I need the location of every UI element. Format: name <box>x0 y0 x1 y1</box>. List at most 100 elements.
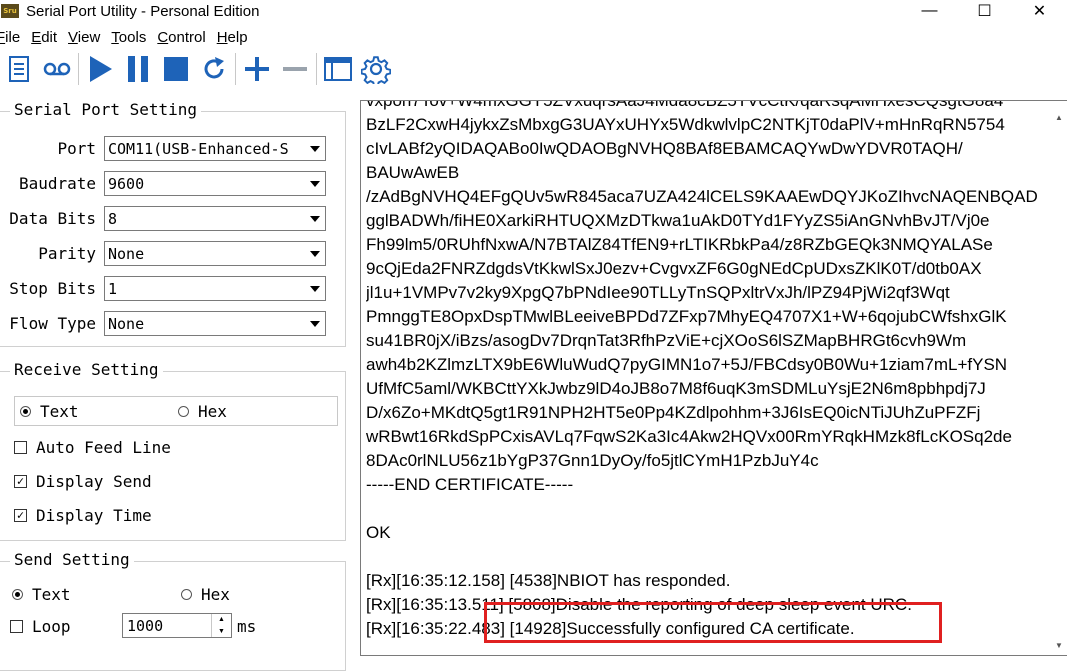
flow-type-value: None <box>108 314 145 333</box>
auto-feed-line-checkbox[interactable]: Auto Feed Line <box>14 438 171 457</box>
toolbar-separator <box>316 53 317 85</box>
loop-interval-stepper[interactable]: 1000 ▲ ▼ <box>122 613 232 638</box>
toolbar-separator <box>78 53 79 85</box>
receive-line: BAUwAwEB <box>366 163 460 182</box>
menu-label: ontrol <box>168 28 206 46</box>
menu-edit[interactable]: Edit <box>31 29 62 46</box>
send-hex-radio[interactable]: Hex <box>181 585 230 604</box>
chevron-down-icon[interactable] <box>305 278 324 299</box>
send-text-radio[interactable]: Text <box>12 585 71 604</box>
record-icon <box>43 62 71 76</box>
minimize-button[interactable]: — <box>902 0 957 22</box>
close-button[interactable]: ✕ <box>1012 0 1067 22</box>
baudrate-select[interactable]: 9600 <box>104 171 326 196</box>
vertical-scrollbar[interactable]: ▲ ▼ <box>1051 101 1067 655</box>
open-port-button[interactable] <box>81 51 119 87</box>
menu-mnemonic: C <box>157 28 169 46</box>
loop-label: Loop <box>32 617 71 636</box>
receive-line: UfMfC5aml/WKBCttYXkJwbz9lD4oJB8o7M8f6uqK… <box>366 379 986 398</box>
receive-text-radio[interactable]: Text <box>20 402 79 421</box>
receive-hex-label: Hex <box>198 402 227 421</box>
menu-file[interactable]: File <box>0 29 25 46</box>
toolbar-separator <box>235 53 236 85</box>
send-hex-label: Hex <box>201 585 230 604</box>
chevron-down-icon[interactable] <box>305 208 324 229</box>
chevron-down-icon[interactable] <box>305 243 324 264</box>
stepper-down-icon[interactable]: ▼ <box>212 626 231 638</box>
window-title: Serial Port Utility - Personal Edition <box>26 2 260 20</box>
receive-line: Fh99lm5/0RUhfNxwA/N7BTAlZ84TfEN9+rLTIKRb… <box>366 235 993 254</box>
flow-type-select[interactable]: None <box>104 311 326 336</box>
toolbar <box>0 50 1067 88</box>
remove-button[interactable] <box>276 51 314 87</box>
maximize-button[interactable]: ☐ <box>957 0 1012 22</box>
data-bits-value: 8 <box>108 209 118 228</box>
checkbox-unchecked-icon <box>10 620 23 633</box>
menu-tools[interactable]: Tools <box>111 29 151 46</box>
menu-help[interactable]: Help <box>217 29 253 46</box>
parity-value: None <box>108 244 145 263</box>
data-bits-label: Data Bits <box>9 209 96 228</box>
display-time-label: Display Time <box>36 506 152 525</box>
auto-feed-line-label: Auto Feed Line <box>36 438 171 457</box>
receive-setting-title: Receive Setting <box>10 360 163 379</box>
window-icon <box>324 57 352 81</box>
receive-line: [Rx][16:35:22.483] [14928]Successfully c… <box>366 619 855 638</box>
chevron-down-icon[interactable] <box>305 313 324 334</box>
display-send-label: Display Send <box>36 472 152 491</box>
data-bits-row: Data Bits 8 <box>0 206 326 231</box>
menu-view[interactable]: View <box>68 29 105 46</box>
baudrate-value: 9600 <box>108 174 145 193</box>
loop-checkbox[interactable]: Loop <box>10 617 71 636</box>
toggle-panel-button[interactable] <box>319 51 357 87</box>
settings-panel: Serial Port Setting Port COM11(USB-Enhan… <box>0 96 352 671</box>
parity-select[interactable]: None <box>104 241 326 266</box>
receive-line: [Rx][16:35:13.511] [5868]Disable the rep… <box>366 595 912 614</box>
menu-control[interactable]: Control <box>157 29 210 46</box>
new-document-button[interactable] <box>0 51 38 87</box>
radio-selected-icon <box>20 406 31 417</box>
minus-icon <box>283 67 307 71</box>
receive-text-area[interactable]: vxpon7Tov+W4mxGGY5ZVxuqrsAaJ4Mda8cBZ5TVc… <box>360 100 1067 656</box>
pause-button[interactable] <box>119 51 157 87</box>
port-row: Port COM11(USB-Enhanced-S <box>0 136 326 161</box>
add-button[interactable] <box>238 51 276 87</box>
receive-line: su41BR0jX/iBzs/asogDv7DrqnTat3RfhPzViE+c… <box>366 331 967 350</box>
document-icon <box>9 56 29 82</box>
menu-mnemonic: H <box>216 28 228 46</box>
receive-line: 8DAc0rlNLU56z1bYgP37Gnn1DyOy/fo5jtlCYmH1… <box>366 451 819 470</box>
data-bits-select[interactable]: 8 <box>104 206 326 231</box>
scroll-up-icon[interactable]: ▲ <box>1051 109 1067 125</box>
port-value: COM11(USB-Enhanced-S <box>108 139 289 158</box>
plus-icon <box>245 57 269 81</box>
pause-icon <box>128 56 148 82</box>
receive-hex-radio[interactable]: Hex <box>178 402 227 421</box>
record-button[interactable] <box>38 51 76 87</box>
chevron-down-icon[interactable] <box>305 138 324 159</box>
checkbox-unchecked-icon <box>14 441 27 454</box>
menu-mnemonic: E <box>31 28 42 46</box>
stepper-up-icon[interactable]: ▲ <box>212 614 231 626</box>
menu-label: elp <box>227 28 248 46</box>
chevron-down-icon[interactable] <box>305 173 324 194</box>
refresh-button[interactable] <box>195 51 233 87</box>
interval-unit-label: ms <box>237 617 257 636</box>
radio-unselected-icon <box>181 589 192 600</box>
scroll-down-icon[interactable]: ▼ <box>1051 637 1067 653</box>
flow-type-label: Flow Type <box>9 314 96 333</box>
menu-mnemonic: V <box>68 28 78 46</box>
receive-lines: vxpon7Tov+W4mxGGY5ZVxuqrsAaJ4Mda8cBZ5TVc… <box>366 101 1046 641</box>
menu-label: dit <box>41 28 58 46</box>
send-setting-title: Send Setting <box>10 550 134 569</box>
title-bar: Sru Serial Port Utility - Personal Editi… <box>0 0 1067 22</box>
loop-interval-value: 1000 <box>127 616 164 635</box>
port-select[interactable]: COM11(USB-Enhanced-S <box>104 136 326 161</box>
display-send-checkbox[interactable]: ✓ Display Send <box>14 472 152 491</box>
display-time-checkbox[interactable]: ✓ Display Time <box>14 506 152 525</box>
stop-button[interactable] <box>157 51 195 87</box>
settings-button[interactable] <box>357 51 395 87</box>
stop-icon <box>164 57 188 81</box>
stop-bits-select[interactable]: 1 <box>104 276 326 301</box>
receive-line: cIvLABf2yQIDAQABo0IwQDAOBgNVHQ8BAf8EBAMC… <box>366 139 963 158</box>
radio-selected-icon <box>12 589 23 600</box>
